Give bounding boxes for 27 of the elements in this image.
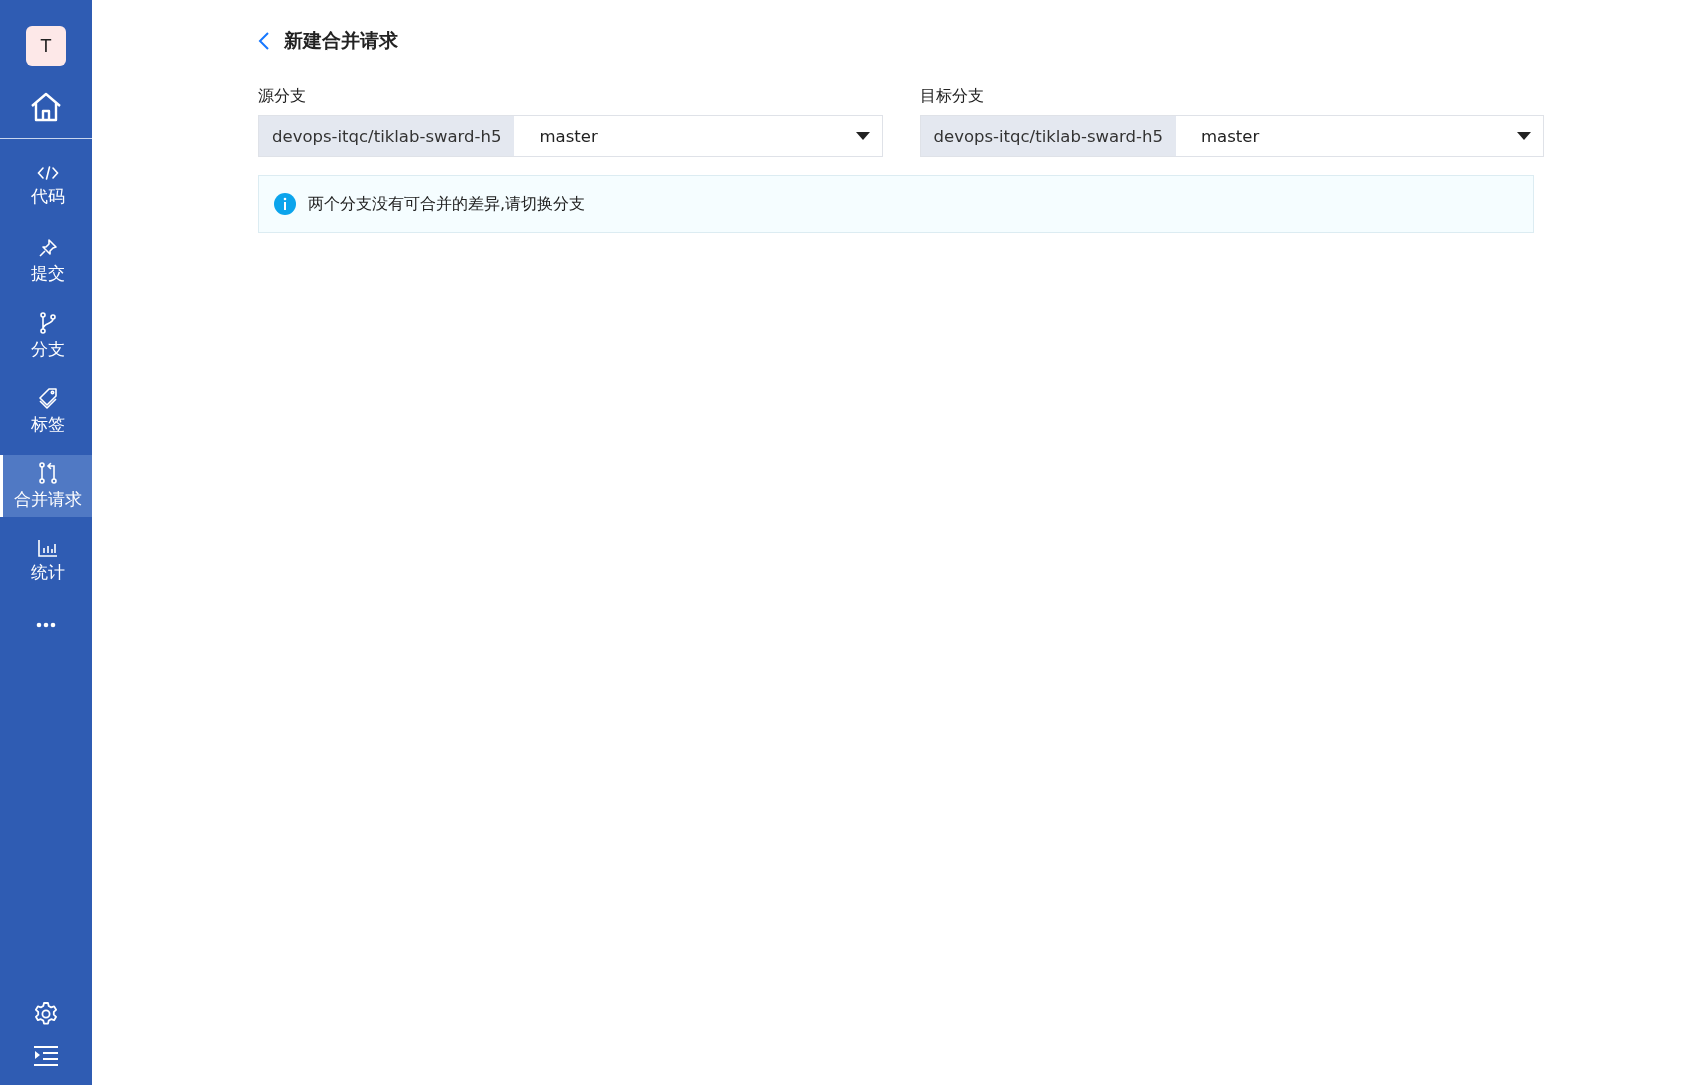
repository-name: devops-itqc/tiklab-sward-h5 <box>259 116 515 156</box>
dropdown-caret-icon <box>855 132 870 140</box>
expand-menu-icon[interactable] <box>33 1045 59 1067</box>
sidebar-item[interactable]: 合并请求 <box>0 455 92 517</box>
pin-icon <box>37 237 58 258</box>
sidebar-item[interactable]: 代码 <box>0 155 92 217</box>
merge-icon <box>37 461 58 484</box>
more-icon[interactable] <box>36 622 56 628</box>
branch-icon <box>38 311 57 334</box>
sidebar-item[interactable]: 标签 <box>0 380 92 442</box>
sidebar-item[interactable]: 提交 <box>0 230 92 292</box>
sidebar-item[interactable]: 分支 <box>0 305 92 367</box>
repository-name: devops-itqc/tiklab-sward-h5 <box>920 116 1176 156</box>
dropdown-caret-icon <box>1517 132 1531 140</box>
user-avatar[interactable]: T <box>26 26 66 66</box>
alert-message: 两个分支没有可合并的差异,请切换分支 <box>308 193 586 215</box>
field-label: 源分支 <box>258 86 306 107</box>
tag-icon <box>36 386 59 409</box>
code-icon <box>36 164 59 181</box>
settings-icon[interactable] <box>33 1001 59 1027</box>
info-icon <box>274 193 296 215</box>
bar-chart-icon <box>37 538 58 557</box>
page-title: 新建合并请求 <box>284 28 398 53</box>
home-icon[interactable] <box>30 92 62 122</box>
sidebar-item[interactable]: 统计 <box>0 530 92 592</box>
back-icon[interactable] <box>258 31 270 51</box>
field-label: 目标分支 <box>919 86 984 107</box>
